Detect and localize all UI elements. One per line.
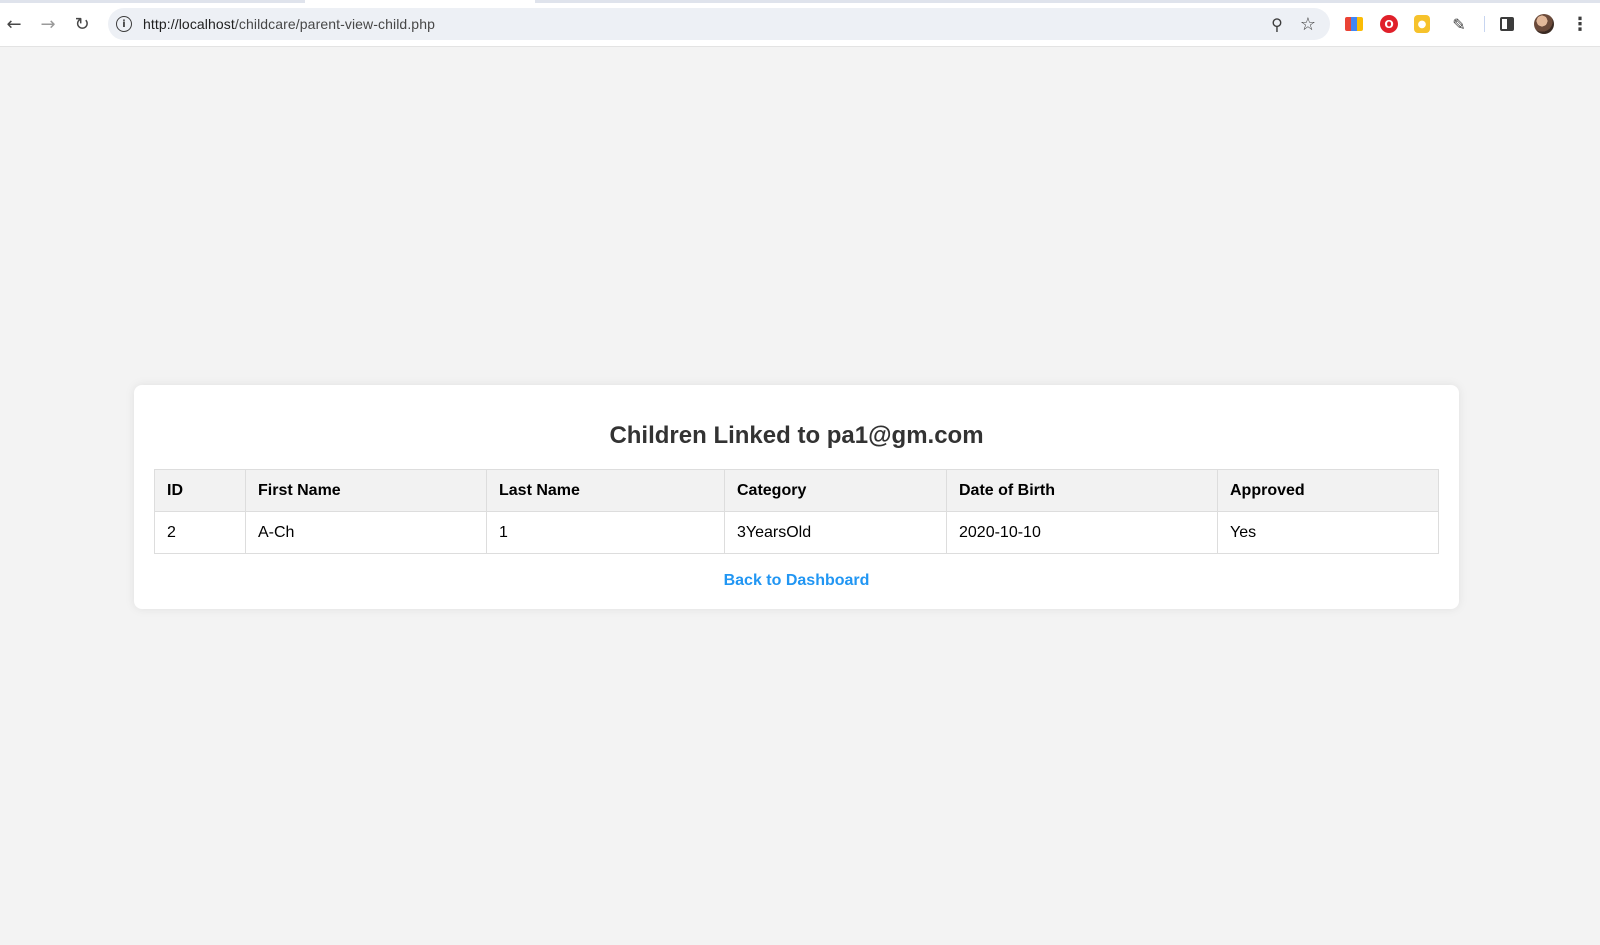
page-title: Children Linked to pa1@gm.com xyxy=(609,422,984,449)
puzzle-icon[interactable]: ✎ xyxy=(1449,14,1469,34)
cell-last-name: 1 xyxy=(486,511,725,554)
address-bar[interactable]: i http://localhost/childcare/parent-view… xyxy=(108,8,1330,40)
table-header-row: ID First Name Last Name Category Date of… xyxy=(154,469,1439,512)
star-icon[interactable]: ☆ xyxy=(1297,13,1319,35)
arrow-left-icon: ← xyxy=(6,13,22,35)
cell-first-name: A-Ch xyxy=(245,511,487,554)
zoom-icon[interactable]: ⚲ xyxy=(1266,13,1288,35)
column-header-id: ID xyxy=(154,469,246,512)
side-panel-icon[interactable] xyxy=(1500,17,1514,31)
yellow-extension-icon[interactable]: ● xyxy=(1414,15,1430,33)
children-card: Children Linked to pa1@gm.com ID First N… xyxy=(134,385,1459,609)
tab-strip xyxy=(0,0,1600,3)
color-extension-icon[interactable] xyxy=(1345,17,1363,31)
back-link-container: Back to Dashboard xyxy=(134,572,1459,590)
cell-id: 2 xyxy=(154,511,246,554)
url-path: /childcare/parent-view-child.php xyxy=(234,16,435,32)
reload-icon: ↻ xyxy=(74,13,90,35)
column-header-category: Category xyxy=(724,469,947,512)
children-table: ID First Name Last Name Category Date of… xyxy=(154,469,1439,554)
toolbar-divider xyxy=(1484,16,1485,32)
column-header-last-name: Last Name xyxy=(486,469,725,512)
url-host: http://localhost xyxy=(143,16,235,32)
column-header-approved: Approved xyxy=(1217,469,1439,512)
back-button[interactable]: ← xyxy=(1,11,27,37)
column-header-first-name: First Name xyxy=(245,469,487,512)
column-header-date-of-birth: Date of Birth xyxy=(946,469,1218,512)
table-row: 2 A-Ch 1 3YearsOld 2020-10-10 Yes xyxy=(154,511,1439,554)
reload-button[interactable]: ↻ xyxy=(69,11,95,37)
opera-extension-icon[interactable]: O xyxy=(1380,15,1398,33)
cell-category: 3YearsOld xyxy=(724,511,947,554)
cell-approved: Yes xyxy=(1217,511,1439,554)
more-vertical-icon[interactable]: ⋮ xyxy=(1570,14,1590,35)
url-text[interactable]: http://localhost/childcare/parent-view-c… xyxy=(143,16,435,32)
avatar[interactable] xyxy=(1534,14,1554,34)
forward-button[interactable]: → xyxy=(35,11,61,37)
arrow-right-icon: → xyxy=(40,13,56,35)
cell-date-of-birth: 2020-10-10 xyxy=(946,511,1218,554)
active-tab-indicator[interactable] xyxy=(305,0,535,3)
browser-toolbar: ← → ↻ i http://localhost/childcare/paren… xyxy=(0,0,1600,47)
info-icon[interactable]: i xyxy=(116,16,132,32)
back-to-dashboard-link[interactable]: Back to Dashboard xyxy=(724,572,870,589)
